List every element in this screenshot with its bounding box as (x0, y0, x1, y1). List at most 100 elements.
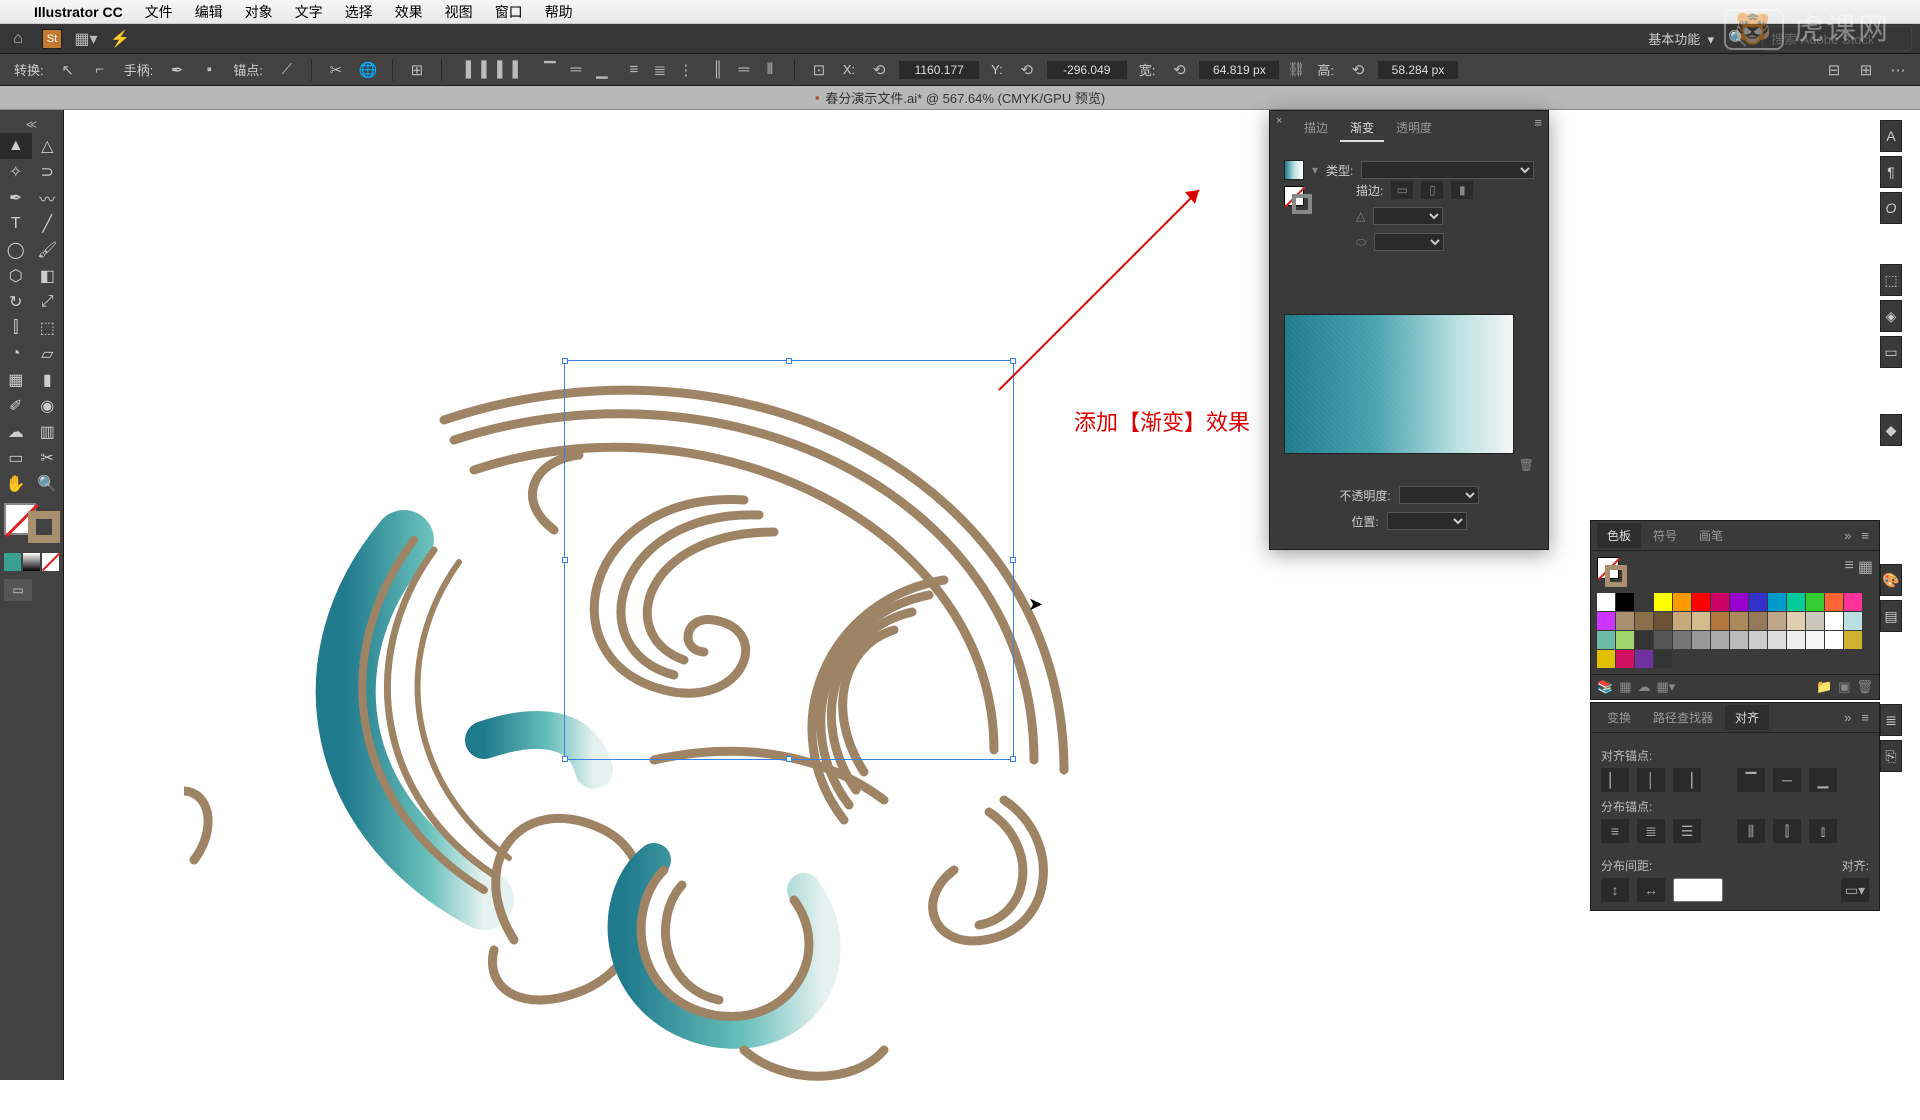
stroke-type-1-icon[interactable]: ▭ (1391, 181, 1413, 199)
swatch-color[interactable] (1711, 612, 1729, 630)
stroke-type-3-icon[interactable]: ▮ (1451, 181, 1473, 199)
align-vcenter-btn[interactable]: ─ (1773, 768, 1801, 792)
ellipse-tool[interactable]: ◯ (0, 237, 32, 263)
swatches-panel[interactable]: 色板 符号 画笔 » ≡ ≡ ▦ (1590, 520, 1880, 700)
dock-artboard-icon[interactable]: ▭ (1880, 336, 1902, 368)
gradient-thumbnail[interactable] (1284, 160, 1304, 180)
swatch-grad[interactable] (23, 553, 40, 571)
dist-3-icon[interactable]: ⋮ (674, 58, 698, 82)
dist-bottom-btn[interactable]: ☰ (1673, 819, 1701, 843)
swatches-menu-icon[interactable]: ≡ (1857, 528, 1873, 543)
swatch-color[interactable] (1654, 593, 1672, 611)
swatch-color[interactable] (1787, 631, 1805, 649)
swatch-lib-icon[interactable]: 📚 (1597, 679, 1613, 695)
tab-transparency[interactable]: 透明度 (1386, 115, 1442, 142)
selection-bounding-box[interactable] (564, 360, 1014, 760)
artboard-tool[interactable]: ▭ (0, 445, 32, 471)
swatch-color[interactable] (1692, 612, 1710, 630)
screen-mode[interactable]: ▭ (4, 579, 32, 601)
workspace-switcher[interactable]: 基本功能 ▾ (1648, 29, 1714, 48)
app-name[interactable]: Illustrator CC (34, 4, 123, 20)
w-link-icon[interactable]: ⟲ (1167, 58, 1191, 82)
panel-close-icon[interactable]: × (1276, 115, 1282, 127)
swatch-show-icon[interactable]: ▦ (1619, 679, 1631, 695)
swatch-view-list-icon[interactable]: ≡ (1845, 557, 1854, 577)
dist-sp-h-btn[interactable]: ↔ (1637, 878, 1665, 902)
cut-path-icon[interactable]: ✂ (324, 58, 348, 82)
home-icon[interactable]: ⌂ (8, 29, 28, 49)
gradient-ramp[interactable] (1284, 314, 1514, 454)
align-collapse-icon[interactable]: » (1840, 710, 1855, 725)
swatch-color[interactable] (1635, 631, 1653, 649)
dist-2-icon[interactable]: ≣ (648, 58, 672, 82)
dist-sp-icon[interactable]: ⫴ (758, 58, 782, 82)
tab-stroke[interactable]: 描边 (1294, 115, 1338, 142)
dock-asset-icon[interactable]: ◈ (1880, 300, 1902, 332)
align-right-btn[interactable]: ▕ (1673, 768, 1701, 792)
dock-color-icon[interactable]: 🎨 (1880, 564, 1902, 596)
gradient-opacity-select[interactable] (1399, 486, 1479, 504)
pen-tool[interactable]: ✒ (0, 185, 32, 211)
fill-stroke-indicator[interactable] (4, 503, 60, 543)
dock-layers-icon[interactable]: ≣ (1880, 704, 1902, 736)
menu-select[interactable]: 选择 (345, 2, 373, 22)
free-transform-tool[interactable]: ⬚ (32, 315, 64, 341)
magic-wand-tool[interactable]: ✧ (0, 159, 32, 185)
align-top-icon[interactable]: ▔ (538, 58, 562, 82)
swatch-view-grid-icon[interactable]: ▦ (1858, 557, 1873, 577)
dist-h-icon[interactable]: ║ (706, 58, 730, 82)
swatch-color[interactable] (1616, 631, 1634, 649)
swatch-color[interactable] (1768, 612, 1786, 630)
swatch-color[interactable] (1730, 631, 1748, 649)
swatch-color[interactable] (1768, 593, 1786, 611)
align-vcenter-icon[interactable]: ═ (564, 58, 588, 82)
tab-transform[interactable]: 变换 (1597, 705, 1641, 730)
menu-edit[interactable]: 编辑 (195, 2, 223, 22)
swatch-color[interactable] (1597, 612, 1615, 630)
tab-gradient[interactable]: 渐变 (1340, 115, 1384, 142)
dock-libraries-icon[interactable]: ⬚ (1880, 264, 1902, 296)
swatch-group-icon[interactable]: 📁 (1816, 679, 1832, 695)
w-field[interactable] (1199, 61, 1279, 79)
dock-opentype-icon[interactable]: O (1880, 192, 1902, 224)
direct-selection-tool[interactable]: △ (32, 133, 64, 159)
canvas[interactable]: 添加【渐变】效果 ➤ × ≡ 描边 渐变 透明度 ▾ 类型: (64, 110, 1920, 1080)
shaper-tool[interactable]: ⬡ (0, 263, 32, 289)
dock-paragraph-icon[interactable]: ¶ (1880, 156, 1902, 188)
convert-anchor-icon[interactable]: ↖ (56, 58, 80, 82)
swatch-kind-icon[interactable]: ☁ (1637, 679, 1650, 695)
line-tool[interactable]: ╱ (32, 211, 64, 237)
swatch-none[interactable] (42, 553, 59, 571)
swatch-color[interactable] (1635, 650, 1653, 668)
scale-tool[interactable]: ⤢ (32, 289, 64, 315)
swatch-color[interactable] (1825, 631, 1843, 649)
search-stock-input[interactable]: 搜索 Adobe Stock (1762, 26, 1912, 51)
align-to-btn[interactable]: ▭▾ (1841, 878, 1869, 902)
x-field[interactable] (899, 61, 979, 79)
edit-icon[interactable]: ⊞ (1854, 58, 1878, 82)
mesh-tool[interactable]: ▦ (0, 367, 32, 393)
panel-menu-icon[interactable]: ≡ (1534, 115, 1542, 130)
swatch-color[interactable] (1692, 631, 1710, 649)
swatch-color[interactable] (1806, 612, 1824, 630)
swatch-color[interactable] (1597, 650, 1615, 668)
dist-hcenter-btn[interactable]: ⫿ (1773, 819, 1801, 843)
swatch-options-icon[interactable]: ▦▾ (1656, 679, 1675, 695)
swatch-color[interactable] (1673, 631, 1691, 649)
swatch-color[interactable] (1768, 631, 1786, 649)
swatch-color[interactable] (1635, 612, 1653, 630)
swatch-color[interactable] (1730, 612, 1748, 630)
handle-icon-1[interactable]: ✒ (165, 58, 189, 82)
dock-links-icon[interactable]: ⎘ (1880, 740, 1902, 772)
swatch-color[interactable] (1654, 631, 1672, 649)
swatch-color[interactable] (1597, 593, 1615, 611)
handle-icon-2[interactable]: ▪ (197, 58, 221, 82)
perspective-tool[interactable]: ▱ (32, 341, 64, 367)
swatch-color[interactable] (1616, 612, 1634, 630)
dist-1-icon[interactable]: ≡ (622, 58, 646, 82)
document-tab[interactable]: ▪ 春分演示文件.ai* @ 567.64% (CMYK/GPU 预览) (0, 86, 1920, 110)
dist-sp-v-btn[interactable]: ↕ (1601, 878, 1629, 902)
menu-help[interactable]: 帮助 (545, 2, 573, 22)
swatch-teal[interactable] (4, 553, 21, 571)
swatch-color[interactable] (1749, 612, 1767, 630)
